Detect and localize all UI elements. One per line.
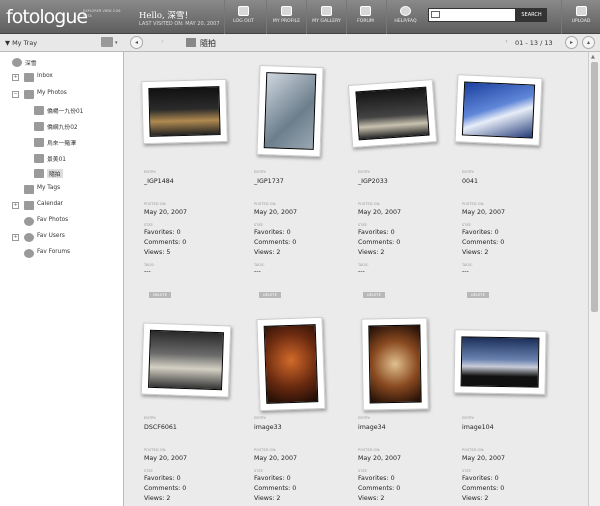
forum-icon <box>360 6 371 16</box>
back-button[interactable]: ◂ <box>130 36 143 49</box>
photo-name[interactable]: _IGP1737 <box>254 178 284 185</box>
delete-button[interactable]: DELETE <box>467 292 489 298</box>
tray-title[interactable]: ▼ My Tray <box>5 39 37 47</box>
profile-icon <box>281 6 292 16</box>
photo-name[interactable]: _IGP2033 <box>358 178 388 185</box>
tag-icon <box>24 185 34 194</box>
logo-subtitle: EXPLORER VIEW 2.06 BETA <box>83 9 121 18</box>
delete-button[interactable]: DELETE <box>149 292 171 298</box>
scrollbar-thumb[interactable] <box>591 62 598 312</box>
help-icon <box>400 6 411 16</box>
logout-icon <box>238 6 249 16</box>
photo-thumbnail[interactable] <box>256 64 324 158</box>
photo-thumbnail[interactable] <box>454 74 543 146</box>
upload-button[interactable]: UPLOAD <box>561 0 600 34</box>
fav-users-icon <box>24 233 34 242</box>
expand-fav-users-toggle[interactable]: + <box>12 234 19 241</box>
fav-photos-icon <box>24 217 34 226</box>
sidebar: 深雪 + Inbox − My Photos 僑楊一九份01 僑網九份02 烏來… <box>0 52 124 506</box>
vertical-scrollbar[interactable]: ▲ <box>588 52 600 506</box>
search-field-icon <box>431 11 440 18</box>
secondary-bar: ▼ My Tray ▾ ◂ › 隨拍 ‹ 01 - 13 / 13 ▸ ▴ <box>0 34 600 52</box>
photo-name[interactable]: image34 <box>358 424 386 431</box>
inbox-icon <box>24 73 34 82</box>
photo-thumbnail[interactable] <box>140 322 232 398</box>
greeting: Hello, 深雪！ <box>139 11 193 21</box>
gallery-icon <box>321 6 332 16</box>
help-faq-button[interactable]: HELP/FAQ <box>386 0 424 34</box>
photo-thumbnail[interactable] <box>347 79 438 148</box>
expand-my-photos-toggle[interactable]: − <box>12 91 19 98</box>
search-button[interactable]: SEARCH <box>516 8 547 22</box>
delete-button[interactable]: DELETE <box>363 292 385 298</box>
page-counter: 01 - 13 / 13 <box>515 39 553 47</box>
next-page-button[interactable]: ▸ <box>565 36 578 49</box>
photo-thumbnail[interactable] <box>141 78 228 145</box>
forward-button[interactable]: › <box>156 36 169 49</box>
delete-button[interactable]: DELETE <box>259 292 281 298</box>
my-gallery-button[interactable]: MY GALLERY <box>306 0 346 34</box>
folder-icon <box>34 122 44 131</box>
calendar-icon <box>24 201 34 210</box>
photo-name[interactable]: _IGP1484 <box>144 178 174 185</box>
photo-thumbnail[interactable] <box>256 316 326 412</box>
user-icon <box>12 58 22 67</box>
breadcrumb: 隨拍 <box>200 39 216 48</box>
folder-icon <box>34 138 44 147</box>
folder-icon <box>34 154 44 163</box>
last-visited: LAST VISITED ON: MAY 20, 2007 <box>139 21 220 27</box>
prev-page-button[interactable]: ‹ <box>500 36 513 49</box>
photo-thumbnail[interactable] <box>453 329 547 395</box>
expand-inbox-toggle[interactable]: + <box>12 74 19 81</box>
photo-thumbnail[interactable] <box>361 317 429 411</box>
photo-name[interactable]: image33 <box>254 424 282 431</box>
app-logo: fotologue <box>6 6 88 28</box>
forum-button[interactable]: FORUM <box>346 0 384 34</box>
tray-folder-icon[interactable] <box>101 37 113 47</box>
logout-button[interactable]: LOG OUT <box>224 0 262 34</box>
photo-name[interactable]: DSCF6061 <box>144 424 177 431</box>
breadcrumb-folder-icon <box>186 38 196 47</box>
search-input[interactable] <box>428 8 516 22</box>
upload-icon <box>575 6 587 16</box>
photo-grid: ENTRY: _IGP1484 POSTED ON: May 20, 2007 … <box>124 52 588 506</box>
folder-icon <box>34 169 44 178</box>
photo-name[interactable]: 0041 <box>462 178 478 185</box>
page-up-button[interactable]: ▴ <box>582 36 595 49</box>
folder-icon <box>34 106 44 115</box>
top-bar: fotologue EXPLORER VIEW 2.06 BETA Hello,… <box>0 0 600 34</box>
tray-dropdown-icon[interactable]: ▾ <box>115 40 118 46</box>
my-profile-button[interactable]: MY PROFILE <box>266 0 306 34</box>
scroll-up-icon[interactable]: ▲ <box>591 54 595 60</box>
expand-calendar-toggle[interactable]: + <box>12 202 19 209</box>
photo-name[interactable]: image104 <box>462 424 494 431</box>
photos-icon <box>24 90 34 99</box>
fav-forums-icon <box>24 249 34 258</box>
